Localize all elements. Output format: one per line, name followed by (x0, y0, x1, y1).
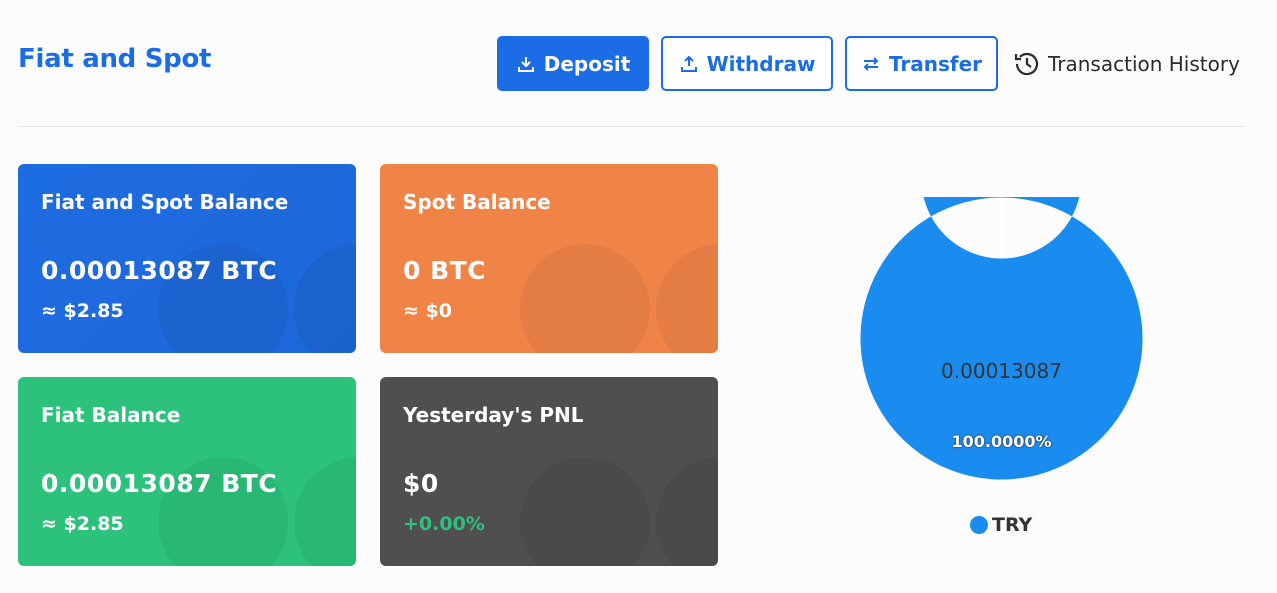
spot-balance-card: Spot Balance 0 BTC ≈ $0 (380, 164, 718, 353)
card-decoration (294, 457, 356, 566)
download-icon (517, 56, 534, 72)
transfer-arrows-icon (863, 56, 879, 71)
legend-label: TRY (992, 514, 1033, 536)
card-label: Fiat Balance (41, 403, 181, 427)
legend-dot (970, 516, 988, 534)
fiat-spot-balance-card: Fiat and Spot Balance 0.00013087 BTC ≈ $… (18, 164, 356, 353)
card-usd-value: ≈ $2.85 (41, 513, 124, 535)
card-label: Yesterday's PNL (403, 403, 584, 427)
card-decoration (294, 244, 356, 353)
page-title: Fiat and Spot (18, 44, 212, 74)
yesterday-pnl-card: Yesterday's PNL $0 +0.00% (380, 377, 718, 566)
donut-center-label: TRY (981, 305, 1022, 327)
card-usd-value: ≈ $0 (403, 300, 452, 322)
chart-legend[interactable]: TRY (970, 514, 1032, 536)
card-decoration (656, 244, 718, 353)
history-label: Transaction History (1048, 51, 1240, 76)
deposit-button[interactable]: Deposit (497, 36, 649, 91)
card-decoration (656, 457, 718, 566)
withdraw-button[interactable]: Withdraw (661, 36, 833, 91)
card-decoration (520, 457, 650, 566)
header-actions: Deposit Withdraw Transfer Transaction Hi… (497, 36, 1240, 91)
card-value: $0 (403, 469, 439, 498)
upload-icon (680, 55, 697, 72)
card-label: Fiat and Spot Balance (41, 190, 289, 214)
card-label: Spot Balance (403, 190, 551, 214)
card-usd-value: ≈ $2.85 (41, 300, 124, 322)
asset-donut-chart: TRY 0.00013087 100.0000% (860, 98, 1143, 480)
transfer-button[interactable]: Transfer (845, 36, 998, 91)
card-value: 0.00013087 BTC (41, 469, 278, 498)
pnl-percent: +0.00% (403, 513, 485, 535)
history-clock-icon (1014, 52, 1039, 75)
transaction-history-link[interactable]: Transaction History (1012, 49, 1240, 79)
card-decoration (520, 244, 650, 353)
slice-percent-label: 100.0000% (951, 432, 1052, 451)
withdraw-label: Withdraw (706, 51, 816, 76)
deposit-label: Deposit (543, 51, 631, 76)
card-value: 0 BTC (403, 256, 487, 285)
donut-center-value: 0.00013087 (941, 359, 1062, 383)
header-divider (18, 126, 1245, 127)
card-value: 0.00013087 BTC (41, 256, 278, 285)
transfer-label: Transfer (888, 51, 983, 76)
fiat-balance-card: Fiat Balance 0.00013087 BTC ≈ $2.85 (18, 377, 356, 566)
